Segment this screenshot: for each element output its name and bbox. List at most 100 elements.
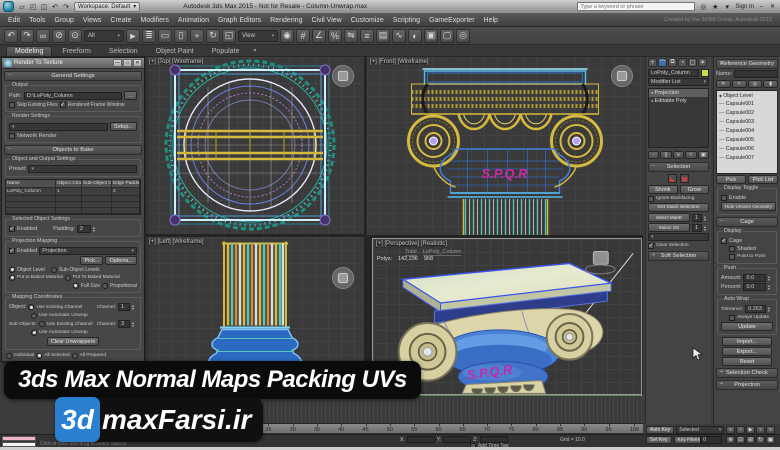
col-object-channel[interactable]: Object Channel <box>56 180 82 188</box>
configure-modifier-sets-icon[interactable]: ▣ <box>697 151 710 159</box>
table-row[interactable]: LoPoly_Column 1 2 <box>6 188 140 196</box>
rectangular-selection-icon[interactable]: ▭ <box>158 28 172 43</box>
menu-item[interactable]: Scripting <box>393 17 420 24</box>
dialog-close-button[interactable]: ✕ <box>133 59 142 67</box>
cage-checkbox[interactable] <box>721 237 727 244</box>
zoom-extents-icon[interactable]: ⊡ <box>736 436 745 444</box>
export-button[interactable]: Export... <box>722 347 772 356</box>
sg-field[interactable]: 1 <box>692 223 702 232</box>
timeline-tick[interactable]: 75 <box>508 424 514 433</box>
channel-field[interactable]: 1 <box>118 303 130 311</box>
preset-dropdown[interactable] <box>28 165 137 173</box>
padding-spinner[interactable] <box>93 225 98 233</box>
ignore-backfacing-checkbox[interactable] <box>648 195 654 202</box>
setup-button[interactable]: Setup... <box>110 122 137 131</box>
point-to-point-checkbox[interactable] <box>729 253 735 260</box>
make-unique-icon[interactable]: ∨ <box>672 151 685 159</box>
reference-list-item[interactable]: Capsule004 <box>717 127 777 136</box>
sub-object-levels-radio[interactable] <box>50 266 57 273</box>
projection-dropdown[interactable]: Projection <box>39 247 137 255</box>
use-existing-radio[interactable] <box>28 304 35 310</box>
ribbon-tab[interactable]: Populate <box>204 47 248 56</box>
menu-item[interactable]: Customize <box>351 17 384 24</box>
play-icon[interactable]: ▶ <box>746 426 755 434</box>
object-color-swatch[interactable] <box>701 69 709 77</box>
snaps-toggle-icon[interactable]: # <box>296 28 310 43</box>
sub-use-automatic-radio[interactable] <box>31 329 37 336</box>
timeline-tick[interactable]: 30 <box>290 424 296 433</box>
pin-stack-icon[interactable]: - <box>648 151 660 159</box>
previous-frame-icon[interactable]: ‹ <box>736 426 745 434</box>
save-file-icon[interactable]: ◫ <box>39 2 49 12</box>
all-prepared-radio[interactable] <box>71 352 78 359</box>
select-and-scale-icon[interactable]: ◱ <box>222 28 236 43</box>
mirror-icon[interactable]: ⇋ <box>344 28 358 43</box>
cell-name[interactable]: LoPoly_Column <box>6 188 56 196</box>
new-scene-icon[interactable]: ▱ <box>17 2 27 12</box>
select-by-name-icon[interactable]: ≣ <box>142 28 156 43</box>
material-editor-icon[interactable]: ◐ <box>408 28 422 43</box>
percent-snap-icon[interactable]: % <box>328 28 342 43</box>
timeline-tick[interactable]: 60 <box>435 424 442 433</box>
pick-list-button[interactable]: Pick List <box>748 175 778 184</box>
utilities-tab-icon[interactable]: ✶ <box>698 58 707 67</box>
skip-existing-checkbox[interactable] <box>9 101 15 108</box>
ribbon-tab[interactable]: Freeform <box>54 47 98 56</box>
menu-item[interactable]: Graph Editors <box>218 17 261 24</box>
select-and-link-icon[interactable]: ∞ <box>36 28 50 43</box>
object-name-field[interactable]: LoPoly_Column <box>648 69 699 77</box>
import-button[interactable]: Import... <box>722 337 772 346</box>
top-viewport[interactable]: [+] [Top] [Wireframe] <box>146 57 364 234</box>
cell-edge-padding[interactable]: 2 <box>112 188 140 196</box>
cell-object-channel[interactable]: 1 <box>56 188 82 196</box>
reference-list-item[interactable]: Capsule002 <box>717 109 777 118</box>
put-to-baked-radio-1[interactable] <box>9 274 15 281</box>
angle-snap-icon[interactable]: ∠ <box>312 28 326 43</box>
pick-reference-button[interactable]: Pick <box>716 175 746 184</box>
individual-radio[interactable] <box>6 352 12 359</box>
menu-item[interactable]: Animation <box>178 17 209 24</box>
reference-list-item[interactable]: Capsule001 <box>717 100 777 109</box>
sg-spinner[interactable] <box>704 224 709 232</box>
modifier-stack-item[interactable]: Projection <box>649 89 708 97</box>
options-button[interactable]: Options... <box>105 256 137 265</box>
workspace-dropdown[interactable]: Workspace: Default ▾ <box>74 1 141 12</box>
selection-set-dropdown[interactable]: Selected <box>676 426 725 434</box>
update-button[interactable]: Update <box>721 322 773 331</box>
use-pivot-center-icon[interactable]: ◉ <box>280 28 294 43</box>
menu-item[interactable]: Modifiers <box>140 17 168 24</box>
remove-modifier-icon[interactable]: ≈ <box>685 151 697 159</box>
display-tab-icon[interactable]: ▢ <box>688 58 697 67</box>
col-edge-padding[interactable]: Edge Padding <box>112 180 140 188</box>
ribbon-tab[interactable]: Modeling <box>6 46 53 56</box>
grow-button[interactable]: Grow <box>679 185 709 194</box>
remove-reference-icon[interactable]: ✕ <box>716 80 731 88</box>
help-center-icon[interactable]: ◎ <box>698 2 708 12</box>
hide-geometry-button[interactable]: Hide Unseen Geometry <box>721 202 777 211</box>
timeline-tick[interactable]: 55 <box>411 424 417 433</box>
rollout-selection[interactable]: Selection <box>648 162 709 172</box>
favorites-icon[interactable]: ★ <box>710 2 720 12</box>
maximize-viewport-icon[interactable]: ▣ <box>766 436 775 444</box>
select-and-move-icon[interactable]: + <box>190 28 204 43</box>
sub-channel-field[interactable]: 3 <box>118 320 130 328</box>
network-render-checkbox[interactable] <box>9 132 15 139</box>
menu-item[interactable]: Create <box>110 17 131 24</box>
dialog-minimize-button[interactable]: — <box>113 59 122 67</box>
sign-in-button[interactable]: Sign In <box>735 4 754 10</box>
rollout-reference-geometry[interactable]: Reference Geometry <box>716 59 778 69</box>
unlink-selection-icon[interactable]: ⊘ <box>52 28 66 43</box>
reference-list-item[interactable]: Capsule003 <box>717 118 777 127</box>
reference-name-field[interactable] <box>734 70 778 78</box>
reference-list-item[interactable]: Capsule007 <box>717 154 777 163</box>
reference-list-item[interactable]: Capsule005 <box>717 136 777 145</box>
tolerance-spinner[interactable] <box>768 305 773 313</box>
get-stack-selection-button[interactable]: Get Stack Selection <box>648 203 709 212</box>
path-field[interactable]: D:\LoPoly_Column <box>23 91 123 100</box>
matid-spinner[interactable] <box>704 214 709 222</box>
align-icon[interactable]: ≡ <box>360 28 374 43</box>
rollout-soft-selection[interactable]: Soft Selection <box>648 251 709 261</box>
use-automatic-radio[interactable] <box>31 312 37 319</box>
reference-coordinate-dropdown[interactable]: View <box>238 29 278 42</box>
minimize-button[interactable]: ‒ <box>757 2 766 11</box>
